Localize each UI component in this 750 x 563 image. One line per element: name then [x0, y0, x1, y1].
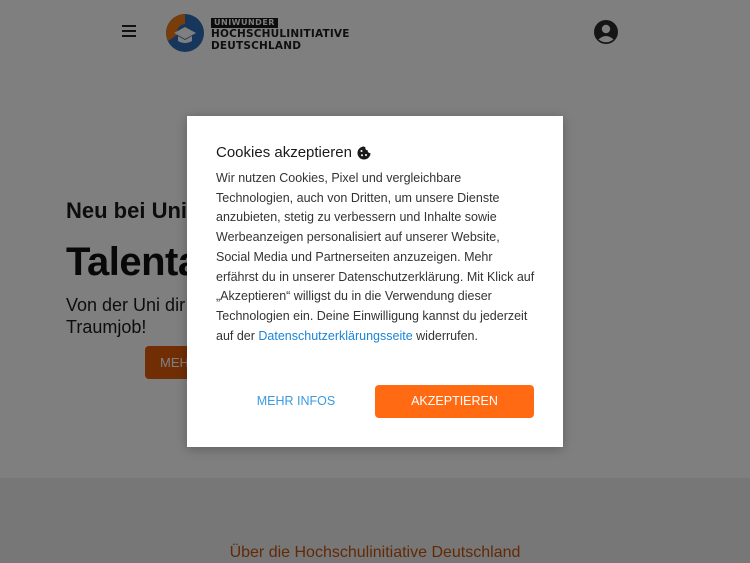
cookie-dialog-body: Wir nutzen Cookies, Pixel und vergleichb…: [216, 169, 536, 346]
cookie-dialog-text: Wir nutzen Cookies, Pixel und vergleichb…: [216, 171, 535, 343]
more-info-button[interactable]: MEHR INFOS: [237, 385, 355, 417]
cookie-dialog-title-text: Cookies akzeptieren: [216, 144, 352, 161]
cookie-icon: [357, 146, 371, 159]
accept-cookies-button[interactable]: AKZEPTIEREN: [375, 385, 534, 418]
cookie-dialog-text-end: widerrufen.: [416, 328, 478, 343]
cookie-consent-dialog: Cookies akzeptieren Wir nutzen Cookies, …: [187, 116, 563, 447]
cookie-dialog-title: Cookies akzeptieren: [216, 144, 371, 161]
privacy-policy-link[interactable]: Datenschutzerklärungsseite: [258, 329, 412, 343]
